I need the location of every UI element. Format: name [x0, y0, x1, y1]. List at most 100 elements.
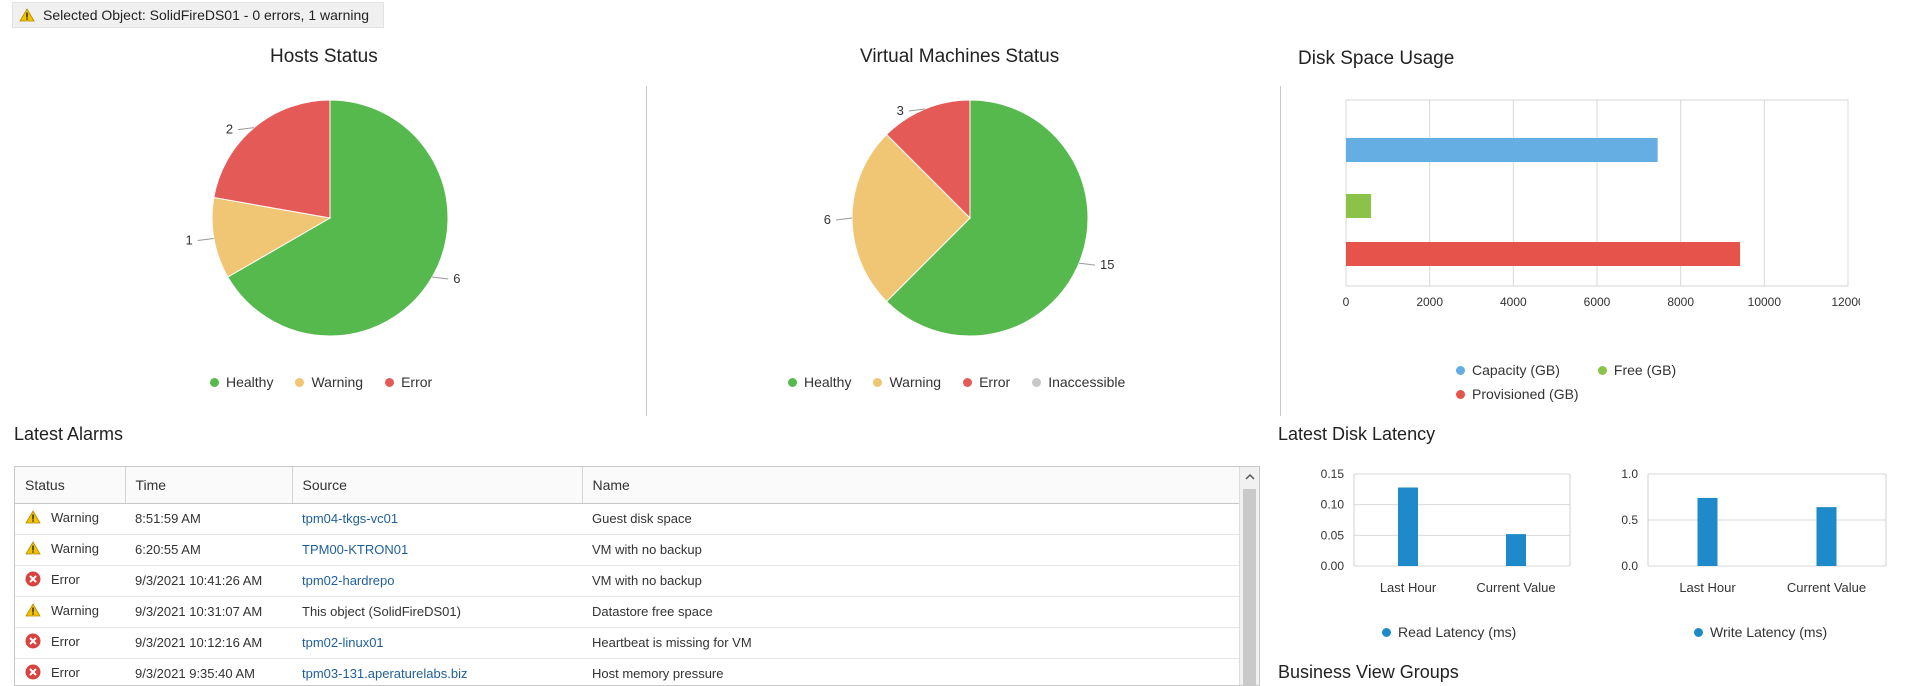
table-row[interactable]: Warning 6:20:55 AM TPM00-KTRON01 VM with no…: [15, 534, 1241, 566]
warning-icon: [25, 603, 41, 617]
cell-status: Warning: [15, 503, 125, 535]
bar-free[interactable]: [1346, 194, 1372, 218]
legend-item-error[interactable]: Error: [385, 374, 432, 390]
pie-slice-error[interactable]: [213, 99, 331, 219]
x-category-label: Last Hour: [1380, 580, 1437, 595]
status-bar-text: Selected Object: SolidFireDS01 - 0 error…: [43, 7, 370, 23]
hosts-status-legend: Healthy Warning Error: [210, 374, 454, 390]
read-latency-legend: Read Latency (ms): [1382, 624, 1538, 640]
pie-label-leader: [1078, 262, 1096, 266]
cell-status: Error: [15, 627, 125, 659]
write-latency-chart: 0.0 0.5 1.0 Last Hour Current Value: [1621, 467, 1887, 595]
status-label: Warning: [51, 540, 99, 556]
x-tick-label: 2000: [1416, 295, 1443, 309]
cell-time: 6:20:55 AM: [125, 534, 292, 566]
error-icon: [25, 633, 41, 649]
alarms-table: Status Time Source Name Warning 8:51:59 A…: [14, 466, 1260, 686]
disk-space-title: Disk Space Usage: [1298, 48, 1455, 69]
source-link[interactable]: TPM00-KTRON01: [292, 534, 582, 566]
legend-item-healthy[interactable]: Healthy: [210, 374, 273, 390]
x-tick-label: 12000: [1831, 295, 1860, 309]
selected-object-status-bar: Selected Object: SolidFireDS01 - 0 error…: [12, 2, 384, 28]
vm-status-legend: Healthy Warning Error Inaccessible: [788, 374, 1147, 390]
cell-name: Heartbeat is missing for VM: [582, 627, 1241, 659]
pie-value-label: 1: [186, 232, 193, 247]
pie-label-leader: [432, 276, 449, 280]
warning-icon: [25, 510, 41, 524]
cell-time: 9/3/2021 10:41:26 AM: [125, 565, 292, 597]
y-tick-label: 0.15: [1321, 467, 1345, 481]
bar-provisioned[interactable]: [1346, 242, 1741, 266]
cell-source: This object (SolidFireDS01): [292, 596, 582, 628]
y-tick-label: 0.5: [1621, 513, 1638, 527]
legend-item-healthy[interactable]: Healthy: [788, 374, 851, 390]
cell-status: Error: [15, 658, 125, 685]
legend-item-free[interactable]: Free (GB): [1597, 362, 1676, 378]
y-tick-label: 0.0: [1621, 559, 1638, 573]
x-tick-label: 8000: [1667, 295, 1694, 309]
pie-value-label: 2: [226, 122, 233, 137]
x-tick-label: 0: [1343, 295, 1350, 309]
legend-item-inaccessible[interactable]: Inaccessible: [1032, 374, 1125, 390]
x-tick-label: 4000: [1500, 295, 1527, 309]
cell-name: VM with no backup: [582, 534, 1241, 566]
column-header-status[interactable]: Status: [15, 467, 126, 504]
hosts-status-chart: 6 1 2: [186, 99, 460, 337]
legend-item-error[interactable]: Error: [963, 374, 1010, 390]
y-tick-label: 0.05: [1321, 528, 1345, 542]
pie-label-leader: [835, 217, 853, 221]
table-row[interactable]: Error 9/3/2021 10:41:26 AM tpm02-hardrepo V…: [15, 565, 1241, 597]
latency-bar[interactable]: [1816, 507, 1837, 566]
source-link[interactable]: tpm02-linux01: [292, 627, 582, 659]
business-view-title: Business View Groups: [1278, 662, 1459, 682]
latency-bar[interactable]: [1506, 534, 1526, 566]
cell-status: Warning: [15, 534, 125, 566]
y-tick-label: 1.0: [1621, 467, 1638, 481]
status-label: Warning: [51, 602, 99, 618]
disk-latency-title: Latest Disk Latency: [1278, 424, 1436, 444]
source-link[interactable]: tpm02-hardrepo: [292, 565, 582, 597]
disk-space-legend: Capacity (GB) Free (GB) Provisioned (GB): [1456, 362, 1716, 402]
cell-status: Warning: [15, 596, 125, 628]
legend-item-write-latency[interactable]: Write Latency (ms): [1694, 624, 1827, 640]
cell-time: 9/3/2021 9:35:40 AM: [125, 658, 292, 685]
y-tick-label: 0.00: [1321, 559, 1345, 573]
y-tick-label: 0.10: [1321, 498, 1345, 512]
bar-capacity[interactable]: [1346, 138, 1658, 162]
column-header-time[interactable]: Time: [125, 467, 293, 504]
write-latency-legend: Write Latency (ms): [1694, 624, 1849, 640]
status-label: Error: [51, 664, 80, 680]
cell-time: 9/3/2021 10:12:16 AM: [125, 627, 292, 659]
latency-bar[interactable]: [1697, 497, 1718, 566]
error-icon: [25, 664, 41, 680]
cell-status: Error: [15, 565, 125, 597]
column-header-source[interactable]: Source: [292, 467, 583, 504]
legend-item-warning[interactable]: Warning: [873, 374, 941, 390]
legend-item-capacity[interactable]: Capacity (GB): [1456, 362, 1560, 378]
table-row[interactable]: Error 9/3/2021 10:12:16 AM tpm02-linux01 He…: [15, 627, 1241, 659]
latest-alarms-title: Latest Alarms: [14, 424, 124, 444]
table-row[interactable]: Warning 9/3/2021 10:31:07 AM This object (…: [15, 596, 1241, 628]
scrollbar-thumb[interactable]: [1243, 489, 1256, 685]
hosts-status-title: Hosts Status: [270, 46, 378, 67]
pie-value-label: 6: [453, 271, 460, 286]
vm-status-title: Virtual Machines Status: [860, 46, 1060, 67]
source-link[interactable]: tpm03-131.aperaturelabs.biz: [292, 658, 582, 685]
table-row[interactable]: Error 9/3/2021 9:35:40 AM tpm03-131.aperat…: [15, 658, 1241, 685]
column-header-name[interactable]: Name: [582, 467, 1241, 504]
source-link[interactable]: tpm04-tkgs-vc01: [292, 503, 582, 535]
pie-value-label: 6: [824, 212, 831, 227]
read-latency-chart: 0.00 0.05 0.10 0.15 Last Hour Current Value: [1321, 467, 1571, 595]
table-row[interactable]: Warning 8:51:59 AM tpm04-tkgs-vc01 Guest di…: [15, 503, 1241, 535]
legend-item-warning[interactable]: Warning: [295, 374, 363, 390]
cell-time: 9/3/2021 10:31:07 AM: [125, 596, 292, 628]
scroll-up-icon[interactable]: [1244, 471, 1256, 483]
alarms-scrollbar[interactable]: [1239, 467, 1259, 685]
latency-bar[interactable]: [1398, 487, 1418, 566]
warning-icon: [25, 541, 41, 555]
cell-name: Datastore free space: [582, 596, 1241, 628]
legend-item-read-latency[interactable]: Read Latency (ms): [1382, 624, 1516, 640]
pie-value-label: 3: [897, 103, 904, 118]
legend-item-provisioned[interactable]: Provisioned (GB): [1456, 386, 1579, 402]
status-label: Error: [51, 633, 80, 649]
